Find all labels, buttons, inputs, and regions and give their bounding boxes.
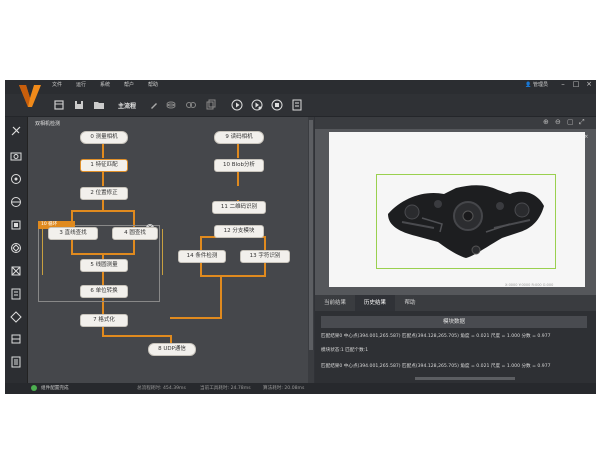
edge	[200, 236, 202, 250]
main-flow-button[interactable]: 主流程	[118, 101, 136, 110]
stop-icon[interactable]	[271, 99, 283, 111]
node-14[interactable]: 14 条件检测	[178, 250, 226, 263]
result-scrollbar[interactable]	[415, 377, 515, 380]
node-9[interactable]: 9 读码相机	[214, 131, 264, 144]
node-1[interactable]: 1 特征匹配	[80, 159, 128, 172]
result-line-1: 匹配结果0 中心点(394.001,265.587) 匹配点(394.128,2…	[321, 334, 551, 339]
menu-file[interactable]: 文件	[52, 81, 62, 88]
minimize-icon[interactable]: –	[558, 80, 568, 88]
result-line-2: 模块状态:1 匹配个数:1	[321, 348, 369, 353]
edge	[237, 172, 239, 186]
edge	[200, 275, 266, 277]
tab-help[interactable]: 帮助	[395, 295, 425, 311]
logic-tool-icon[interactable]	[10, 288, 22, 300]
menu-system[interactable]: 系统	[100, 81, 110, 88]
camera-tool-icon[interactable]	[10, 150, 22, 162]
node-12[interactable]: 12 分支模块	[214, 225, 264, 238]
fullscreen-icon[interactable]: ⤢	[579, 118, 585, 127]
module-data-header[interactable]: 模块数据	[321, 316, 587, 328]
menu-bar: 文件 运行 系统 帮户 帮助 👤 管理员 – □ ×	[5, 80, 596, 94]
edge	[102, 172, 104, 186]
run-loop-icon[interactable]	[251, 99, 263, 111]
status-ok-icon	[31, 385, 37, 391]
status-message: 组件配置完成	[41, 386, 69, 391]
node-8[interactable]: 8 UDP通信	[148, 343, 196, 356]
measure-tool-icon[interactable]	[10, 196, 22, 208]
canvas-scroll-thumb[interactable]	[309, 120, 313, 350]
close-icon[interactable]: ×	[584, 80, 594, 88]
user-account[interactable]: 👤 管理员	[525, 81, 548, 88]
edge	[102, 200, 104, 210]
compare-tool-icon[interactable]	[10, 265, 22, 277]
copy-icon[interactable]	[205, 99, 217, 111]
maximize-icon[interactable]: □	[571, 80, 581, 88]
tab-current-result[interactable]: 当前结果	[315, 295, 355, 311]
edge	[200, 262, 202, 276]
node-5[interactable]: 5 线圆测量	[80, 259, 128, 272]
logo-icon	[19, 85, 41, 107]
canvas-title: 双相机检测	[35, 121, 61, 127]
menu-run[interactable]: 运行	[76, 81, 86, 88]
edge	[220, 275, 222, 317]
work-time: 当前工具耗时: 24.78ms	[200, 386, 251, 391]
edge	[102, 335, 172, 337]
app-window: 文件 运行 系统 帮户 帮助 👤 管理员 – □ × 主流程 双相机检测 10 …	[5, 80, 596, 394]
node-13[interactable]: 13 字符识别	[240, 250, 290, 263]
script-icon[interactable]	[291, 99, 303, 111]
edge	[264, 236, 266, 250]
total-time: 总流程耗时: 454.39ms	[137, 386, 186, 391]
image-toolbar: ⊕ ⊖ ▢ ⤢	[315, 117, 596, 129]
user-icon: 👤	[525, 82, 532, 88]
communication-tool-icon[interactable]	[10, 333, 22, 345]
node-6[interactable]: 6 单位转换	[80, 285, 128, 298]
edit-icon[interactable]	[148, 99, 160, 111]
recognition-tool-icon[interactable]	[10, 219, 22, 231]
node-0[interactable]: 0 测量相机	[80, 131, 128, 144]
node-4[interactable]: 4 圆查找	[112, 227, 158, 240]
tab-history-result[interactable]: 历史结果	[355, 295, 395, 311]
node-10[interactable]: 10 Blob分析	[214, 159, 264, 172]
fit-icon[interactable]: ▢	[567, 118, 574, 126]
zoom-in-icon[interactable]: ⊕	[543, 118, 549, 126]
edge	[170, 317, 222, 319]
edge	[102, 144, 104, 158]
edge	[71, 210, 135, 212]
menu-help[interactable]: 帮助	[148, 81, 158, 88]
menu-account[interactable]: 帮户	[124, 81, 134, 88]
algo-time: 算法耗时: 20.08ms	[263, 386, 305, 391]
open-folder-icon[interactable]	[93, 99, 105, 111]
edge	[162, 229, 163, 275]
extension-tool-icon[interactable]	[10, 356, 22, 368]
collection-tool-icon[interactable]	[10, 125, 22, 137]
node-7[interactable]: 7 格式化	[80, 314, 128, 327]
locate-tool-icon[interactable]	[10, 173, 22, 185]
new-solution-icon[interactable]	[53, 99, 65, 111]
calibration-tool-icon[interactable]	[10, 242, 22, 254]
node-2[interactable]: 2 位置修正	[80, 187, 128, 200]
flow-canvas[interactable]: 双相机检测 10 循环 ×	[28, 117, 314, 383]
user-name: 管理员	[532, 82, 548, 88]
image-process-tool-icon[interactable]	[10, 311, 22, 323]
result-panel: 模块数据 匹配结果0 中心点(394.001,265.587) 匹配点(394.…	[315, 311, 596, 383]
status-bar: 组件配置完成 总流程耗时: 454.39ms 当前工具耗时: 24.78ms 算…	[5, 383, 596, 394]
layers-icon[interactable]	[165, 99, 177, 111]
result-tabs: 当前结果 历史结果 帮助	[315, 295, 596, 311]
tool-sidebar	[5, 117, 28, 383]
edge	[237, 144, 239, 158]
zoom-out-icon[interactable]: ⊖	[555, 118, 561, 126]
node-3[interactable]: 3 直线查找	[48, 227, 98, 240]
edge	[170, 335, 172, 343]
link-icon[interactable]	[185, 99, 197, 111]
save-icon[interactable]	[73, 99, 85, 111]
edge	[264, 262, 266, 276]
run-once-icon[interactable]	[231, 99, 243, 111]
pixel-coordinates: X:0000 Y:0000 R:000 G:000	[505, 283, 554, 287]
node-11[interactable]: 11 二维码识别	[212, 201, 266, 214]
roi-rectangle[interactable]	[376, 174, 556, 269]
result-line-3: 匹配结果0 中心点(394.001,265.587) 匹配点(394.128,2…	[321, 364, 551, 369]
